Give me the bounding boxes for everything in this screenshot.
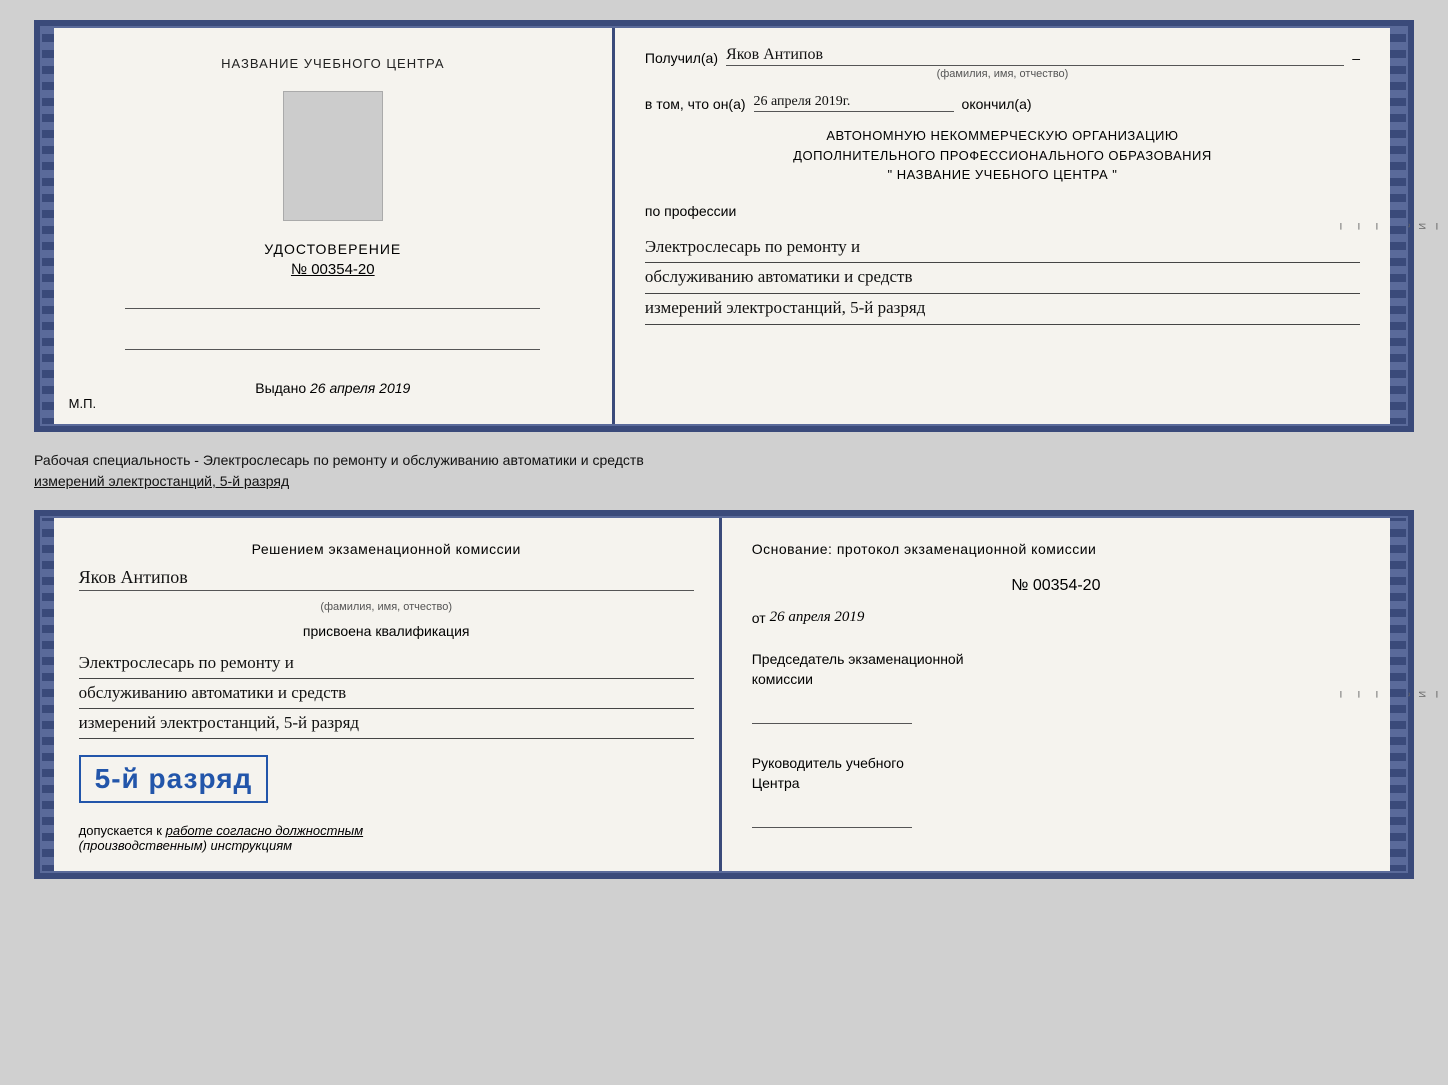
profession-line1: Электрослесарь по ремонту и (645, 233, 1360, 264)
dopusk-text: допускается к работе согласно должностны… (79, 823, 694, 853)
mp-label: М.П. (69, 396, 96, 411)
profession-line3: измерений электростанций, 5-й разряд (645, 294, 1360, 325)
chairman-label: Председатель экзаменационной комиссии (752, 650, 1360, 689)
signature-line-2 (125, 349, 540, 350)
rukovoditel-label: Руководитель учебного Центра (752, 754, 1360, 793)
protocol-date-row: от 26 апреля 2019 (752, 609, 1360, 626)
poluchil-label: Получил(а) (645, 50, 718, 66)
dopusk-line2: (производственным) инструкциям (79, 838, 292, 853)
left-spine-decor (40, 26, 54, 426)
org-line2: ДОПОЛНИТЕЛЬНОГО ПРОФЕССИОНАЛЬНОГО ОБРАЗО… (645, 146, 1360, 166)
fio-subtext-bottom: (фамилия, имя, отчество) (79, 601, 694, 613)
top-cert-left-page: НАЗВАНИЕ УЧЕБНОГО ЦЕНТРА УДОСТОВЕРЕНИЕ №… (54, 26, 615, 426)
qualification-text: Электрослесарь по ремонту и обслуживанию… (79, 649, 694, 739)
prisvoena-label: присвоена квалификация (79, 623, 694, 639)
bottom-cert-right-page: Основание: протокол экзаменационной коми… (722, 516, 1390, 873)
profession-text: Электрослесарь по ремонту и обслуживанию… (645, 233, 1360, 326)
razryad-badge: 5-й разряд (79, 755, 269, 803)
bottom-left-spine (40, 516, 54, 873)
vtom-prefix: в том, что он(а) (645, 96, 746, 112)
ot-date: 26 апреля 2019 (770, 609, 865, 626)
razryad-badge-container: 5-й разряд (79, 749, 694, 809)
rukovoditel-line2: Центра (752, 775, 800, 791)
udost-number: № 00354-20 (264, 261, 401, 278)
rukovoditel-sig-line (752, 827, 912, 828)
rukovoditel-line1: Руководитель учебного (752, 755, 904, 771)
vydano-line: Выдано 26 апреля 2019 (255, 380, 410, 396)
org-line3: " НАЗВАНИЕ УЧЕБНОГО ЦЕНТРА " (645, 165, 1360, 185)
vydano-prefix: Выдано (255, 380, 306, 396)
org-line1: АВТОНОМНУЮ НЕКОММЕРЧЕСКУЮ ОРГАНИЗАЦИЮ (645, 126, 1360, 146)
desc-line2: измерений электростанций, 5-й разряд (34, 473, 289, 489)
photo-placeholder (283, 91, 383, 221)
vtom-row: в том, что он(а) 26 апреля 2019г. окончи… (645, 94, 1360, 112)
org-block-top: АВТОНОМНУЮ НЕКОММЕРЧЕСКУЮ ОРГАНИЗАЦИЮ ДО… (645, 126, 1360, 185)
right-spine-decor (1390, 26, 1408, 426)
resheniye-title: Решением экзаменационной комиссии (79, 541, 694, 557)
vydano-date: 26 апреля 2019 (310, 380, 410, 396)
vtom-date: 26 апреля 2019г. (754, 94, 954, 112)
qual-line2: обслуживанию автоматики и средств (79, 679, 694, 709)
ot-prefix: от (752, 610, 766, 626)
qual-line3: измерений электростанций, 5-й разряд (79, 709, 694, 739)
po-professii-label: по профессии (645, 203, 1360, 219)
fio-subtext-top: (фамилия, имя, отчество) (645, 68, 1360, 80)
chairman-sig-line (752, 723, 912, 724)
dopusk-prefix: допускается к (79, 823, 162, 838)
org-name-top: НАЗВАНИЕ УЧЕБНОГО ЦЕНТРА (221, 56, 444, 71)
description-section: Рабочая специальность - Электрослесарь п… (34, 450, 1414, 492)
signature-line-1 (125, 308, 540, 309)
poluchil-row: Получил(а) Яков Антипов – (645, 46, 1360, 66)
dopusk-value: работе согласно должностным (166, 823, 363, 838)
chairman-line1: Председатель экзаменационной (752, 651, 964, 667)
top-cert-right-page: Получил(а) Яков Антипов – (фамилия, имя,… (615, 26, 1390, 426)
protocol-number: № 00354-20 (752, 577, 1360, 595)
bottom-right-spine (1390, 516, 1408, 873)
osnovaniye-label: Основание: протокол экзаменационной коми… (752, 541, 1360, 557)
top-certificate: НАЗВАНИЕ УЧЕБНОГО ЦЕНТРА УДОСТОВЕРЕНИЕ №… (34, 20, 1414, 432)
name-handwritten: Яков Антипов (79, 567, 694, 591)
poluchil-value: Яков Антипов (726, 46, 1344, 66)
udost-label: УДОСТОВЕРЕНИЕ (264, 241, 401, 257)
profession-line2: обслуживанию автоматики и средств (645, 263, 1360, 294)
okoncil-label: окончил(а) (962, 96, 1032, 112)
bottom-certificate: Решением экзаменационной комиссии Яков А… (34, 510, 1414, 879)
chairman-line2: комиссии (752, 671, 813, 687)
udost-section: УДОСТОВЕРЕНИЕ № 00354-20 (264, 241, 401, 278)
qual-line1: Электрослесарь по ремонту и (79, 649, 694, 679)
bottom-cert-left-page: Решением экзаменационной комиссии Яков А… (54, 516, 722, 873)
dash-after: – (1352, 50, 1360, 66)
desc-line1: Рабочая специальность - Электрослесарь п… (34, 452, 644, 468)
